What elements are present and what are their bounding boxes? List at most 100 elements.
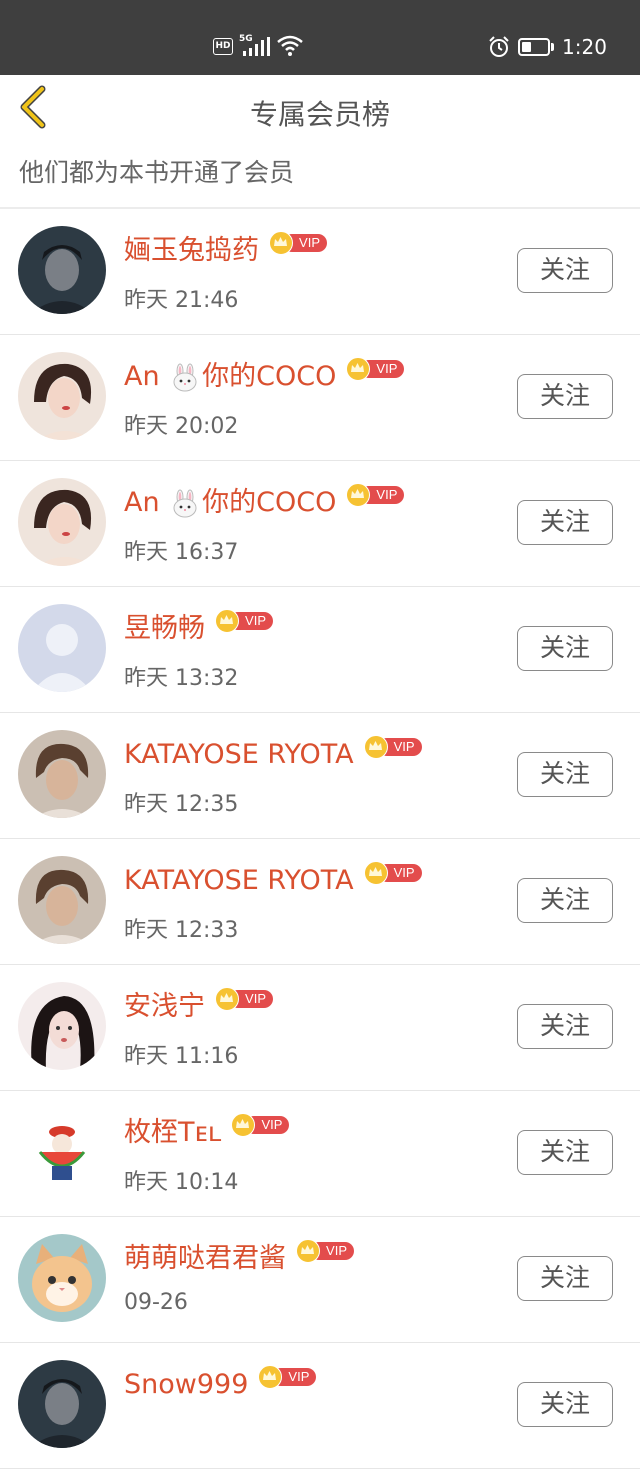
follow-button[interactable]: 关注 [517,878,613,923]
member-name[interactable]: 萌萌哒君君酱 [124,1239,286,1279]
avatar-dark-portrait[interactable] [18,1360,106,1448]
follow-button[interactable]: 关注 [517,752,613,797]
vip-badge: VIP [258,1365,317,1389]
member-name[interactable]: 枚桎Tᴇʟ [124,1113,221,1153]
follow-button[interactable]: 关注 [517,1382,613,1427]
rabbit-emoji-icon [168,487,202,518]
member-row[interactable]: 萌萌哒君君酱 VIP 09-26 关注 [0,1217,640,1343]
name-line: KATAYOSE RYOTA VIP [124,735,422,775]
battery-icon [518,38,550,56]
battery-tip [551,43,554,51]
member-name[interactable]: KATAYOSE RYOTA [124,861,354,901]
member-row[interactable]: 安浅宁 VIP 昨天 11:16 关注 [0,965,640,1091]
vip-time: 昨天 12:35 [124,792,239,817]
crown-icon [363,735,388,759]
name-line: 萌萌哒君君酱 VIP [124,1239,354,1279]
page-subtitle: 他们都为本书开通了会员 [19,158,295,187]
name-line: An 你的COCO VIP [124,357,405,397]
vip-time: 昨天 11:16 [124,1044,239,1069]
member-row[interactable]: 昱畅畅 VIP 昨天 13:32 关注 [0,587,640,713]
member-name-part: 你的COCO [202,487,337,518]
member-row[interactable]: 枚桎Tᴇʟ VIP 昨天 10:14 关注 [0,1091,640,1217]
crown-icon [231,1113,256,1137]
name-line: An 你的COCO VIP [124,483,405,523]
alarm-icon [489,36,509,57]
signal-icon [243,37,270,56]
hd-indicator: HD [213,38,233,55]
member-row[interactable]: An 你的COCO VIP 昨天 16:37 关注 [0,461,640,587]
vip-time: 昨天 20:02 [124,414,239,439]
crown-icon [363,861,388,885]
vip-badge: VIP [363,735,422,759]
follow-button[interactable]: 关注 [517,626,613,671]
name-line: 安浅宁 VIP [124,987,273,1027]
member-name[interactable]: 昱畅畅 [124,609,205,649]
vip-badge: VIP [346,483,405,507]
member-name-part: 萌萌哒君君酱 [124,1243,286,1274]
crown-icon [296,1239,320,1263]
vip-badge: VIP [346,357,405,381]
member-name[interactable]: KATAYOSE RYOTA [124,735,354,775]
battery-level [522,42,532,52]
vip-time: 昨天 21:46 [124,288,239,313]
member-name[interactable]: Snow999 [124,1365,248,1405]
follow-button[interactable]: 关注 [517,1004,613,1049]
follow-button[interactable]: 关注 [517,248,613,293]
follow-button[interactable]: 关注 [517,500,613,545]
rabbit-emoji-icon [168,361,202,392]
member-list: 婳玉兔捣药 VIP 昨天 21:46 关注 An 你的COCO VIP 昨天 2… [0,209,640,1469]
vip-time: 昨天 12:33 [124,918,239,943]
member-row[interactable]: KATAYOSE RYOTA VIP 昨天 12:33 关注 [0,839,640,965]
follow-button[interactable]: 关注 [517,1130,613,1175]
avatar-dark-portrait[interactable] [18,226,106,314]
vip-badge: VIP [363,861,422,885]
follow-button[interactable]: 关注 [517,374,613,419]
vip-badge: VIP [215,987,273,1011]
avatar-default-silhouette[interactable] [18,604,106,692]
member-name-part: 枚桎Tᴇʟ [124,1117,222,1148]
avatar-girl-portrait[interactable] [18,478,106,566]
member-row[interactable]: 婳玉兔捣药 VIP 昨天 21:46 关注 [0,209,640,335]
wifi-icon [277,35,303,56]
avatar-watermelon-character[interactable] [18,1108,106,1196]
avatar-girl-portrait[interactable] [18,352,106,440]
vip-time: 昨天 13:32 [124,666,239,691]
crown-icon [258,1365,283,1389]
member-name-part: KATAYOSE RYOTA [124,739,354,770]
name-line: 婳玉兔捣药 VIP [124,231,327,271]
vip-badge: VIP [296,1239,354,1263]
member-name[interactable]: An 你的COCO [124,483,336,523]
avatar-cat-photo[interactable] [18,1234,106,1322]
name-line: KATAYOSE RYOTA VIP [124,861,422,901]
member-name-part: KATAYOSE RYOTA [124,865,354,896]
member-name-part: 安浅宁 [124,991,205,1022]
vip-time: 09-26 [124,1290,188,1315]
crown-icon [215,609,239,633]
avatar-illustrated-girl[interactable] [18,982,106,1070]
follow-button[interactable]: 关注 [517,1256,613,1301]
member-name-part: An [124,361,169,392]
clock: 1:20 [562,35,607,59]
member-name[interactable]: An 你的COCO [124,357,336,397]
crown-icon [215,987,239,1011]
avatar-boy-portrait[interactable] [18,856,106,944]
member-row[interactable]: An 你的COCO VIP 昨天 20:02 关注 [0,335,640,461]
crown-icon [346,357,371,381]
member-name-part: Snow999 [124,1369,249,1400]
name-line: Snow999 VIP [124,1365,317,1405]
member-name-part: 婳玉兔捣药 [124,235,259,266]
name-line: 枚桎Tᴇʟ VIP [124,1113,290,1153]
member-row[interactable]: Snow999 VIP 关注 [0,1343,640,1469]
avatar-boy-portrait[interactable] [18,730,106,818]
name-line: 昱畅畅 VIP [124,609,273,649]
crown-icon [346,483,371,507]
crown-icon [269,231,293,255]
vip-time: 昨天 10:14 [124,1170,239,1195]
member-name[interactable]: 安浅宁 [124,987,205,1027]
member-name-part: 昱畅畅 [124,613,205,644]
member-name[interactable]: 婳玉兔捣药 [124,231,259,271]
member-name-part: 你的COCO [202,361,337,392]
vip-time: 昨天 16:37 [124,540,239,565]
member-row[interactable]: KATAYOSE RYOTA VIP 昨天 12:35 关注 [0,713,640,839]
status-bar: HD 5G 1:20 [0,0,640,75]
